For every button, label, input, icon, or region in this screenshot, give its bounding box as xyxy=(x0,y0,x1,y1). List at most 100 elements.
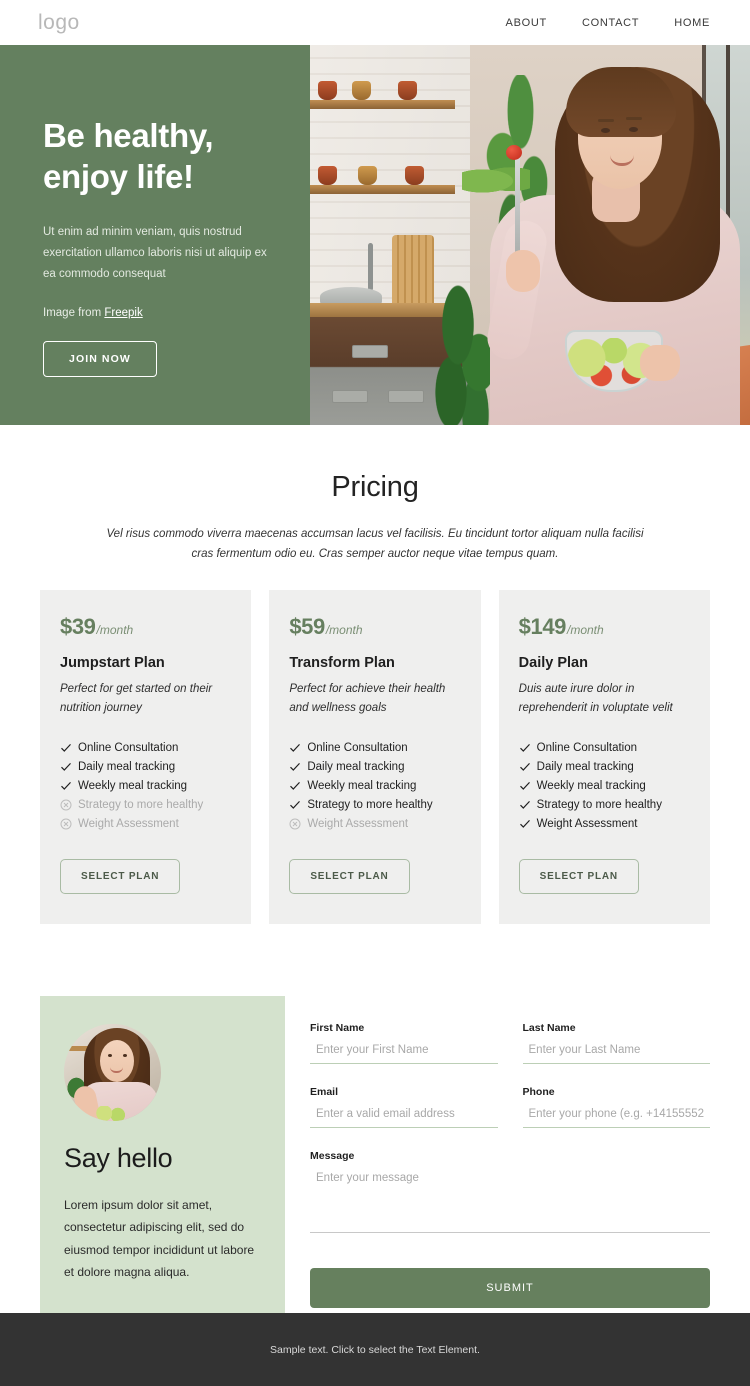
feature-label: Online Consultation xyxy=(536,742,638,755)
pricing-card-transform: $59 /month Transform Plan Perfect for ac… xyxy=(269,590,481,925)
nav-link-contact[interactable]: CONTACT xyxy=(582,17,639,29)
list-item: Strategy to more healthy xyxy=(60,799,231,811)
say-hello-text: Lorem ipsum dolor sit amet, consectetur … xyxy=(64,1198,255,1279)
hero-image xyxy=(310,45,750,425)
list-item: Daily meal tracking xyxy=(60,761,231,773)
feature-label: Online Consultation xyxy=(78,742,179,755)
plan-period: /month xyxy=(96,623,134,638)
check-icon xyxy=(519,799,531,811)
circled-cross-icon xyxy=(289,818,301,830)
hero-title: Be healthy, enjoy life! xyxy=(43,117,214,196)
field-last-name: Last Name xyxy=(522,1022,710,1065)
list-item: Weight Assessment xyxy=(60,818,231,830)
message-textarea[interactable] xyxy=(310,1167,710,1234)
hero-image-pot xyxy=(352,81,371,100)
check-icon xyxy=(519,761,531,773)
hero-image-fork xyxy=(515,155,520,260)
hero-image-pot xyxy=(398,81,417,100)
hero-image-tomato xyxy=(506,145,522,160)
hero-image-hand-upper xyxy=(506,250,540,292)
hero-credit-prefix: Image from xyxy=(43,307,105,320)
hero-subtitle: Ut enim ad minim veniam, quis nostrud ex… xyxy=(43,225,267,281)
check-icon xyxy=(519,818,531,830)
hero-image-eyebrow xyxy=(626,117,642,120)
contact-section: Say hello Lorem ipsum dolor sit amet, co… xyxy=(0,924,750,1317)
plan-price: $39 xyxy=(60,614,96,640)
phone-input[interactable] xyxy=(522,1103,710,1129)
check-icon xyxy=(60,761,72,773)
check-icon xyxy=(289,742,301,754)
list-item: Online Consultation xyxy=(519,742,690,754)
plan-description: Perfect for achieve their health and wel… xyxy=(289,683,446,715)
feature-label: Strategy to more healthy xyxy=(307,799,433,812)
hero-content-panel: Be healthy, enjoy life! Ut enim ad minim… xyxy=(0,45,310,425)
hero-image-drawer-handle xyxy=(352,345,388,358)
email-input[interactable] xyxy=(310,1103,498,1129)
pricing-card-jumpstart: $39 /month Jumpstart Plan Perfect for ge… xyxy=(40,590,252,925)
avatar-salad xyxy=(94,1106,128,1122)
price-row: $59 /month xyxy=(289,614,460,640)
say-hello-title: Say hello xyxy=(64,1143,173,1174)
feature-label: Strategy to more healthy xyxy=(78,799,204,812)
plan-feature-list: Online Consultation Daily meal tracking … xyxy=(60,742,231,830)
hero-credit-link[interactable]: Freepik xyxy=(104,307,142,319)
submit-button[interactable]: SUBMIT xyxy=(310,1268,710,1309)
hero-image-drawer-handle xyxy=(332,390,368,403)
plan-period: /month xyxy=(325,623,363,638)
plan-description: Perfect for get started on their nutriti… xyxy=(60,683,213,715)
phone-label: Phone xyxy=(522,1086,555,1099)
message-label: Message xyxy=(310,1150,355,1163)
hero-image-eye xyxy=(601,128,610,133)
last-name-input[interactable] xyxy=(522,1039,710,1065)
nav-link-home[interactable]: HOME xyxy=(674,17,710,29)
form-row-contact: Email Phone xyxy=(310,1086,710,1150)
plan-period: /month xyxy=(567,623,604,638)
check-icon xyxy=(289,761,301,773)
feature-label: Weight Assessment xyxy=(78,818,179,831)
list-item: Daily meal tracking xyxy=(519,761,690,773)
hero-image-shelf-lower xyxy=(310,185,455,194)
select-plan-button[interactable]: SELECT PLAN xyxy=(518,859,639,895)
hero-image-faucet xyxy=(368,243,373,291)
feature-label: Weekly meal tracking xyxy=(536,780,646,793)
hero-image-eye xyxy=(629,127,638,132)
pricing-title: Pricing xyxy=(331,471,419,503)
email-label: Email xyxy=(310,1086,339,1099)
main-navigation: ABOUT CONTACT HOME xyxy=(506,17,710,29)
check-icon xyxy=(289,780,301,792)
hero-image-hand-lower xyxy=(640,345,680,381)
join-now-button[interactable]: JOIN NOW xyxy=(43,341,157,378)
first-name-input[interactable] xyxy=(310,1039,498,1065)
avatar-face xyxy=(100,1040,134,1083)
check-icon xyxy=(519,780,531,792)
pricing-section: Pricing Vel risus commodo viverra maecen… xyxy=(0,425,750,925)
hero-image-shelf-upper xyxy=(310,100,455,109)
list-item: Weight Assessment xyxy=(289,818,460,830)
plan-description: Duis aute irure dolor in reprehenderit i… xyxy=(518,683,673,715)
logo[interactable]: logo xyxy=(38,11,80,35)
hero-image-pot xyxy=(358,166,377,185)
feature-label: Daily meal tracking xyxy=(307,761,405,774)
check-icon xyxy=(519,742,531,754)
plan-name: Daily Plan xyxy=(518,655,588,672)
pricing-cards: $39 /month Jumpstart Plan Perfect for ge… xyxy=(0,564,750,925)
hero-image-fringe xyxy=(566,67,676,137)
field-email: Email xyxy=(310,1086,498,1129)
feature-label: Daily meal tracking xyxy=(536,761,634,774)
hero-image-pot xyxy=(318,81,337,100)
plan-feature-list: Online Consultation Daily meal tracking … xyxy=(519,742,690,830)
check-icon xyxy=(60,780,72,792)
footer-text[interactable]: Sample text. Click to select the Text El… xyxy=(270,1344,480,1356)
nav-link-about[interactable]: ABOUT xyxy=(506,17,547,29)
select-plan-button[interactable]: SELECT PLAN xyxy=(289,859,410,895)
pricing-card-daily: $149 /month Daily Plan Duis aute irure d… xyxy=(498,590,710,925)
plan-feature-list: Online Consultation Daily meal tracking … xyxy=(289,742,460,830)
plan-price: $59 xyxy=(289,614,325,640)
contact-form: First Name Last Name Email Phone Message… xyxy=(310,996,710,1309)
list-item: Daily meal tracking xyxy=(289,761,460,773)
select-plan-button[interactable]: SELECT PLAN xyxy=(60,859,181,895)
say-hello-card: Say hello Lorem ipsum dolor sit amet, co… xyxy=(40,996,285,1317)
list-item: Weekly meal tracking xyxy=(60,780,231,792)
list-item: Strategy to more healthy xyxy=(519,799,690,811)
feature-label: Daily meal tracking xyxy=(78,761,176,774)
